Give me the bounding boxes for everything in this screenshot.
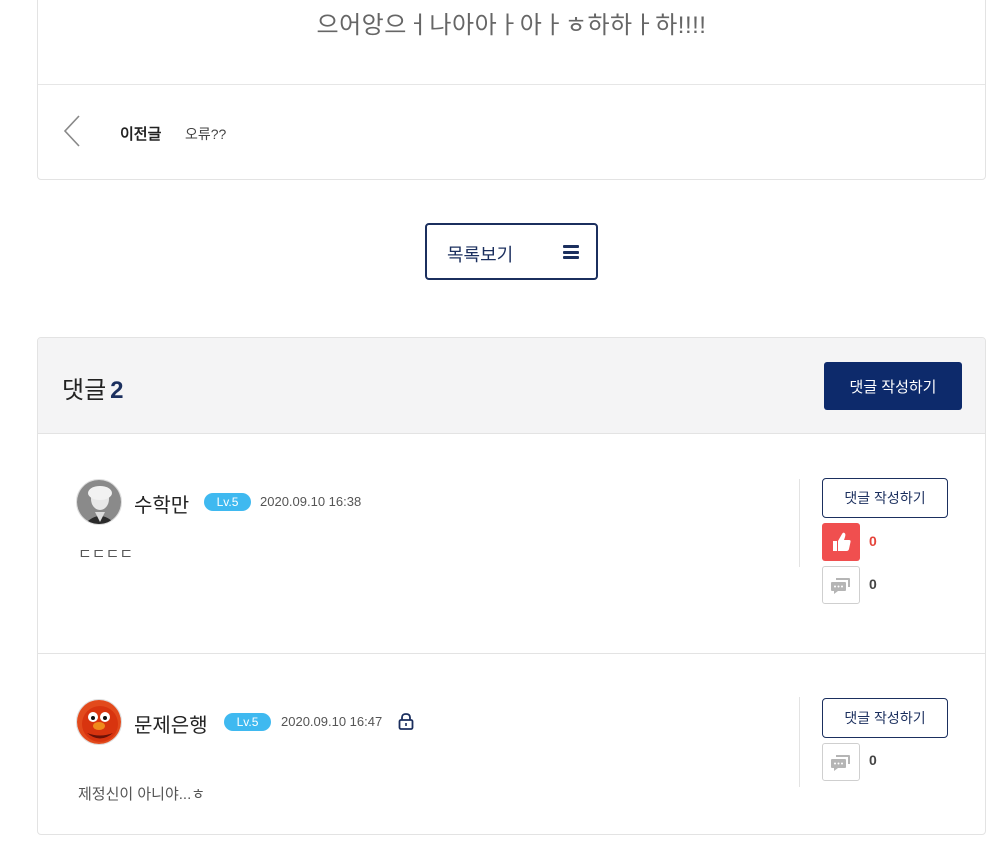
level-badge: Lv.5 [204, 493, 251, 511]
author-name[interactable]: 수학만 [134, 489, 189, 518]
speech-bubble-icon [831, 755, 850, 771]
hamburger-icon [563, 245, 579, 259]
comments-header: 댓글 2 댓글 작성하기 [38, 338, 985, 434]
prev-post-title[interactable]: 오류?? [185, 124, 226, 144]
list-view-label: 목록보기 [447, 245, 514, 265]
speech-bubble-icon [831, 578, 850, 594]
side-divider [799, 697, 800, 787]
chevron-left-icon [63, 115, 80, 147]
comments-count: 2 [110, 377, 124, 404]
reply-count: 0 [869, 576, 877, 592]
comments-title: 댓글 2 [62, 370, 124, 405]
prev-post-label: 이전글 [120, 126, 162, 143]
reply-button[interactable]: 댓글 작성하기 [822, 698, 948, 738]
reply-button[interactable]: 댓글 작성하기 [822, 478, 948, 518]
comment-item: 문제은행 Lv.5 2020.09.10 16:47 제정신이 아니야...ㅎ … [38, 655, 985, 834]
avatar [76, 479, 122, 525]
prev-post-link[interactable]: 이전글 오류?? [38, 85, 985, 180]
post-card: 으어앙으ㅓ나아아ㅏ아ㅏㅎ하하ㅏ하!!!! 이전글 오류?? [37, 0, 986, 180]
comment-date: 2020.09.10 16:38 [260, 494, 362, 509]
comment-text: 제정신이 아니야...ㅎ [78, 786, 206, 803]
avatar [76, 699, 122, 745]
comment-item: 수학만 Lv.5 2020.09.10 16:38 ㄷㄷㄷㄷ 댓글 작성하기 0… [38, 435, 985, 654]
list-view-button[interactable]: 목록보기 [425, 223, 598, 280]
like-count: 0 [869, 533, 877, 549]
reply-count-button[interactable] [822, 566, 860, 604]
lock-icon [398, 713, 414, 730]
thumbs-up-icon [833, 532, 851, 551]
post-body-text: 으어앙으ㅓ나아아ㅏ아ㅏㅎ하하ㅏ하!!!! [316, 12, 707, 39]
like-button[interactable] [822, 523, 860, 561]
author-name[interactable]: 문제은행 [134, 709, 208, 738]
level-badge: Lv.5 [224, 713, 271, 731]
comment-date: 2020.09.10 16:47 [281, 714, 383, 729]
comment-text: ㄷㄷㄷㄷ [78, 546, 134, 563]
comments-title-label: 댓글 [62, 377, 107, 404]
reply-count-button[interactable] [822, 743, 860, 781]
reply-count: 0 [869, 752, 877, 768]
comments-section: 댓글 2 댓글 작성하기 수학만 Lv.5 2020.09.10 16:38 ㄷㄷ… [37, 337, 986, 835]
write-comment-button[interactable]: 댓글 작성하기 [824, 362, 962, 410]
side-divider [799, 479, 800, 567]
